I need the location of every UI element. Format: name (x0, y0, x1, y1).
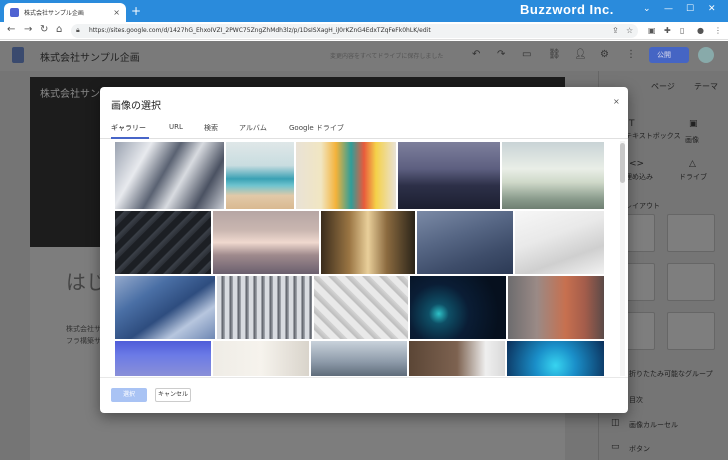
maximize-button[interactable]: ☐ (686, 4, 694, 14)
tab-pages[interactable]: ページ (651, 81, 675, 92)
gallery-image[interactable] (115, 341, 211, 376)
gallery-image[interactable] (314, 276, 408, 339)
insert-button[interactable]: ボタン (629, 444, 650, 454)
gallery-image[interactable] (398, 142, 500, 209)
tab-search-icon[interactable]: ⌄ (643, 4, 651, 14)
share-icon[interactable]: ⇪ (612, 26, 619, 35)
back-icon[interactable]: ← (7, 24, 15, 35)
cancel-button[interactable]: キャンセル (155, 388, 191, 402)
gallery-image[interactable] (213, 341, 309, 376)
undo-icon[interactable]: ↶ (472, 49, 480, 60)
insert-image[interactable]: 画像 (685, 135, 699, 145)
gallery-image[interactable] (417, 211, 513, 274)
gallery-image[interactable] (115, 211, 211, 274)
editor-header: 株式会社サンプル企画 変更内容をすべてドライブに保存しました ↶ ↷ ▭ ⛓ 👤… (0, 41, 728, 71)
lock-icon[interactable]: 🔒︎ (76, 26, 80, 35)
layout-option-6[interactable] (667, 312, 715, 350)
sites-logo-icon[interactable] (12, 47, 24, 63)
close-window-button[interactable]: ✕ (708, 4, 716, 14)
image-icon: ▣ (689, 119, 698, 129)
tab-google-drive[interactable]: Google ドライブ (289, 123, 344, 133)
minimize-button[interactable]: — (664, 4, 673, 14)
account-avatar[interactable] (698, 47, 714, 63)
profile-icon[interactable]: ● (697, 26, 704, 35)
image-select-dialog: 画像の選択 × ギャラリー URL 検索 アルバム Google ドライブ 選択… (100, 87, 628, 413)
home-icon[interactable]: ⌂ (56, 24, 62, 35)
extension-icon[interactable]: ▣ (648, 26, 656, 35)
carousel-icon: ◫ (611, 418, 620, 428)
layout-option-4[interactable] (667, 263, 715, 301)
insert-toc[interactable]: 目次 (629, 395, 643, 405)
gallery-scroll-thumb[interactable] (620, 143, 625, 183)
gallery-image[interactable] (410, 276, 506, 339)
drive-icon: △ (689, 159, 696, 169)
gallery-image[interactable] (515, 211, 604, 274)
layout-option-2[interactable] (667, 214, 715, 252)
forward-icon[interactable]: → (24, 24, 32, 35)
gallery-image[interactable] (508, 276, 604, 339)
embed-icon: <> (629, 159, 645, 169)
gallery-image[interactable] (502, 142, 604, 209)
gallery-image[interactable] (507, 341, 604, 376)
sidepanel-icon[interactable]: ▯ (680, 26, 684, 35)
text-box-icon: T (629, 119, 635, 129)
share-user-icon[interactable]: 👤︎ (574, 49, 587, 60)
gallery-image[interactable] (409, 341, 505, 376)
gallery-image[interactable] (217, 276, 312, 339)
layouts-heading: レイアウト (625, 202, 660, 210)
insert-text-box[interactable]: テキストボックス (625, 131, 681, 141)
redo-icon[interactable]: ↷ (497, 49, 505, 60)
active-tab-indicator (111, 137, 149, 139)
save-status: 変更内容をすべてドライブに保存しました (330, 53, 444, 60)
publish-button[interactable]: 公開 (649, 47, 689, 63)
brand-watermark: Buzzword Inc. (520, 2, 614, 17)
body-line-2: フラ構築サ (66, 337, 101, 345)
tab-url[interactable]: URL (169, 123, 183, 131)
image-gallery (114, 141, 604, 376)
preview-icon[interactable]: ▭ (522, 49, 531, 60)
body-text[interactable]: 株式会社サ フラ構築サ (66, 323, 101, 347)
tab-gallery[interactable]: ギャラリー (111, 123, 146, 133)
address-bar[interactable]: https://sites.google.com/d/1427hG_EhxoIV… (71, 24, 638, 38)
tab-album[interactable]: アルバム (239, 123, 267, 133)
select-button[interactable]: 選択 (111, 388, 147, 402)
dialog-title: 画像の選択 (111, 101, 161, 112)
gallery-image[interactable] (115, 276, 215, 339)
link-icon[interactable]: ⛓ (548, 49, 561, 60)
more-options-icon[interactable]: ⋮ (626, 49, 636, 60)
gallery-image[interactable] (296, 142, 396, 209)
banner-title: 株式会社サン (40, 89, 100, 100)
browser-tab[interactable]: 株式会社サンプル企画 × (4, 3, 126, 22)
gallery-image[interactable] (226, 142, 294, 209)
site-title[interactable]: 株式会社サンプル企画 (40, 49, 140, 64)
new-tab-button[interactable]: + (131, 4, 141, 18)
gallery-image[interactable] (321, 211, 415, 274)
browser-titlebar: 株式会社サンプル企画 × + Buzzword Inc. ⌄ — ☐ ✕ (0, 0, 728, 22)
sites-favicon-icon (10, 8, 19, 17)
gallery-image[interactable] (311, 341, 407, 376)
bookmark-star-icon[interactable]: ☆ (626, 26, 633, 35)
close-icon[interactable]: × (613, 97, 620, 106)
body-line-1: 株式会社サ (66, 325, 101, 333)
tab-title: 株式会社サンプル企画 (24, 10, 84, 17)
insert-drive[interactable]: ドライブ (679, 172, 707, 182)
insert-collapsible-group[interactable]: 折りたたみ可能なグループ (629, 369, 713, 379)
reload-icon[interactable]: ↻ (40, 24, 48, 35)
tab-close-icon[interactable]: × (113, 8, 120, 17)
browser-toolbar: ← → ↻ ⌂ https://sites.google.com/d/1427h… (0, 22, 728, 40)
gallery-image[interactable] (213, 211, 319, 274)
insert-embed[interactable]: 埋め込み (625, 172, 653, 182)
settings-gear-icon[interactable]: ⚙ (600, 49, 609, 60)
gallery-image[interactable] (115, 142, 224, 209)
tab-search[interactable]: 検索 (204, 123, 218, 133)
button-icon: ▭ (611, 442, 620, 452)
tab-themes[interactable]: テーマ (694, 81, 718, 92)
dialog-tabs: ギャラリー URL 検索 アルバム Google ドライブ (100, 117, 628, 139)
insert-carousel[interactable]: 画像カルーセル (629, 420, 678, 430)
more-menu-icon[interactable]: ⋮ (714, 26, 722, 35)
puzzle-icon[interactable]: ✚ (664, 26, 671, 35)
